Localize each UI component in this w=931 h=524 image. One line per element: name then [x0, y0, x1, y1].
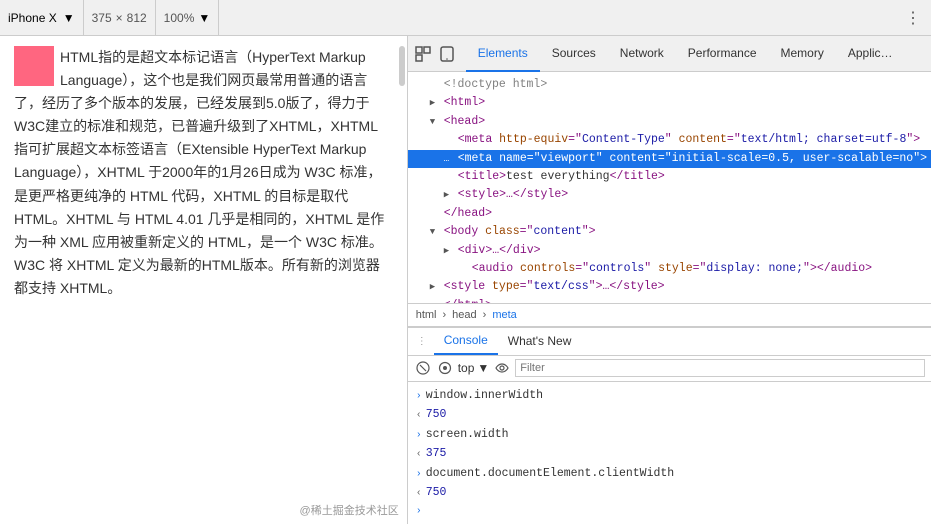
- tab-console[interactable]: Console: [434, 327, 498, 355]
- breadcrumb-sep: ›: [443, 309, 447, 321]
- pink-box: [14, 46, 54, 86]
- tab-network[interactable]: Network: [608, 36, 676, 72]
- tab-elements[interactable]: Elements: [466, 36, 540, 72]
- zoom-section[interactable]: 100% ▼: [156, 0, 220, 35]
- console-value: 750: [426, 483, 447, 503]
- console-row: ‹ 750: [416, 483, 923, 503]
- watermark: @稀土掘金技术社区: [300, 502, 399, 518]
- console-row: ›: [416, 503, 923, 520]
- console-row: ‹ 375: [416, 444, 923, 464]
- device-section[interactable]: iPhone X ▼: [0, 0, 84, 35]
- zoom-label: 100%: [164, 11, 195, 25]
- tab-sources[interactable]: Sources: [540, 36, 608, 72]
- phone-text: HTML指的是超文本标记语言（HyperText Markup Language…: [14, 46, 393, 300]
- arrow: ▼: [430, 113, 444, 129]
- code-area[interactable]: <!doctype html> ▶ <html> ▼ <head> <meta …: [408, 72, 931, 303]
- code-line: ▼ <head>: [408, 113, 931, 131]
- tab-whats-new[interactable]: What's New: [498, 327, 582, 355]
- console-in-arrow: ‹: [416, 407, 422, 424]
- console-label: screen.width: [426, 425, 509, 445]
- breadcrumb: html › head › meta: [408, 303, 931, 327]
- more-options-button[interactable]: ⋮: [895, 0, 931, 35]
- console-clear-button[interactable]: [414, 359, 432, 377]
- context-label: top: [458, 361, 475, 375]
- tab-memory[interactable]: Memory: [769, 36, 836, 72]
- arrow: ▼: [430, 223, 444, 239]
- dim-width: 375: [92, 11, 112, 25]
- context-dropdown-icon: ▼: [477, 361, 489, 375]
- phone-scrollbar[interactable]: [399, 46, 405, 86]
- tab-performance[interactable]: Performance: [676, 36, 769, 72]
- code-line: ▶ <style type="text/css">…</style>: [408, 278, 931, 296]
- console-row: › screen.width: [416, 425, 923, 445]
- dimensions: 375 × 812: [84, 0, 156, 35]
- dim-cross: ×: [116, 11, 123, 25]
- arrow: [430, 205, 444, 221]
- devtools-nav: Elements Sources Network Performance Mem…: [408, 36, 931, 72]
- breadcrumb-html[interactable]: html: [416, 309, 437, 321]
- device-dropdown-icon: ▼: [63, 11, 75, 25]
- console-tabs: ⋮ Console What's New: [408, 328, 931, 356]
- console-out-arrow: ›: [416, 503, 422, 520]
- arrow: ▶: [430, 278, 444, 294]
- zoom-dropdown-icon: ▼: [198, 11, 210, 25]
- code-line: ▶ <style>…</style>: [408, 186, 931, 204]
- arrow: [444, 168, 458, 184]
- console-eye-icon[interactable]: [493, 359, 511, 377]
- tab-application[interactable]: Applic…: [836, 36, 905, 72]
- phone-view: HTML指的是超文本标记语言（HyperText Markup Language…: [0, 36, 408, 524]
- console-in-arrow: ‹: [416, 446, 422, 463]
- arrow: ▶: [444, 186, 458, 202]
- phone-content: HTML指的是超文本标记语言（HyperText Markup Language…: [0, 36, 407, 310]
- code-line-highlighted: … <meta name="viewport" content="initial…: [408, 150, 931, 168]
- console-value: 375: [426, 444, 447, 464]
- breadcrumb-meta[interactable]: meta: [492, 309, 516, 321]
- code-line: <meta http-equiv="Content-Type" content=…: [408, 131, 931, 149]
- console-row: › window.innerWidth: [416, 386, 923, 406]
- console-toolbar: top ▼: [408, 356, 931, 382]
- devtools-panel: Elements Sources Network Performance Mem…: [408, 36, 931, 524]
- device-name: iPhone X: [8, 11, 57, 25]
- main-layout: HTML指的是超文本标记语言（HyperText Markup Language…: [0, 36, 931, 524]
- code-line: <!doctype html>: [408, 76, 931, 94]
- breadcrumb-sep2: ›: [483, 309, 487, 321]
- console-out-arrow: ›: [416, 466, 422, 483]
- code-line: <audio controls="controls" style="displa…: [408, 260, 931, 278]
- code-line: </head>: [408, 205, 931, 223]
- arrow: [444, 131, 458, 147]
- device-icon[interactable]: [438, 45, 456, 63]
- dim-height: 812: [127, 11, 147, 25]
- console-label: window.innerWidth: [426, 386, 543, 406]
- console-filter-input[interactable]: [515, 359, 925, 377]
- devtools-icon-group: [414, 45, 456, 63]
- arrow: [458, 260, 472, 276]
- console-row: ‹ 750: [416, 405, 923, 425]
- console-row: › document.documentElement.clientWidth: [416, 464, 923, 484]
- code-line: ▶ <html>: [408, 94, 931, 112]
- console-output: › window.innerWidth ‹ 750 › screen.width…: [408, 382, 931, 524]
- code-line: ▶ <div>…</div>: [408, 242, 931, 260]
- console-area: ⋮ Console What's New: [408, 327, 931, 524]
- more-icon: ⋮: [905, 8, 921, 28]
- arrow: ▶: [430, 94, 444, 110]
- console-out-arrow: ›: [416, 388, 422, 405]
- console-context-select[interactable]: top ▼: [458, 361, 490, 375]
- arrow: …: [444, 150, 458, 166]
- top-bar: iPhone X ▼ 375 × 812 100% ▼ ⋮: [0, 0, 931, 36]
- console-label: document.documentElement.clientWidth: [426, 464, 674, 484]
- console-out-arrow: ›: [416, 427, 422, 444]
- arrow: [430, 76, 444, 92]
- arrow: ▶: [444, 242, 458, 258]
- console-value: 750: [426, 405, 447, 425]
- console-filter-button[interactable]: [436, 359, 454, 377]
- inspect-icon[interactable]: [414, 45, 432, 63]
- code-line: <title>test everything</title>: [408, 168, 931, 186]
- console-in-arrow: ‹: [416, 485, 422, 502]
- code-line: ▼ <body class="content">: [408, 223, 931, 241]
- breadcrumb-head[interactable]: head: [452, 309, 476, 321]
- console-drag-handle[interactable]: ⋮: [416, 335, 428, 347]
